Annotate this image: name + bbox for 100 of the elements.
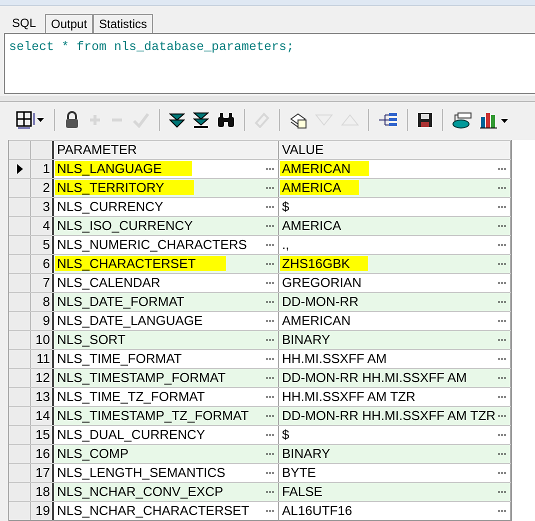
table-cell[interactable]: DD-MON-RR HH.MI.SSXFF AM: [279, 368, 511, 387]
table-cell[interactable]: NLS_TIMESTAMP_TZ_FORMAT: [54, 406, 279, 425]
row-number: 14: [31, 406, 54, 425]
table-cell[interactable]: NLS_TIME_FORMAT: [54, 350, 279, 368]
ellipsis-icon[interactable]: [265, 470, 275, 475]
table-cell[interactable]: NLS_NCHAR_CONV_EXCP: [54, 482, 279, 501]
row-selector[interactable]: [9, 160, 31, 178]
row-number: 15: [31, 426, 54, 444]
plus-icon: [88, 112, 102, 127]
row-number: 6: [31, 254, 54, 273]
table-cell[interactable]: AL16UTF16: [279, 502, 511, 520]
table-cell[interactable]: NLS_CHARACTERSET: [54, 254, 279, 273]
export-icon: [452, 110, 472, 129]
ellipsis-icon[interactable]: [265, 166, 275, 171]
table-cell[interactable]: BINARY: [279, 444, 511, 463]
ellipsis-icon[interactable]: [265, 204, 275, 209]
ellipsis-icon[interactable]: [265, 242, 275, 247]
ellipsis-icon[interactable]: [265, 452, 275, 456]
table-cell[interactable]: NLS_CALENDAR: [54, 274, 279, 292]
table-cell[interactable]: BYTE: [279, 464, 511, 482]
table-cell[interactable]: NLS_TIME_TZ_FORMAT: [54, 388, 279, 406]
ellipsis-icon[interactable]: [265, 262, 275, 266]
row-number: 11: [31, 350, 54, 368]
row-number: 1: [31, 160, 54, 178]
ellipsis-icon[interactable]: [497, 186, 507, 190]
ellipsis-icon[interactable]: [497, 414, 507, 418]
triangle-up-icon: [341, 114, 359, 126]
column-header[interactable]: VALUE: [279, 140, 511, 159]
ellipsis-icon[interactable]: [497, 356, 507, 361]
header-corner: [9, 140, 31, 159]
ellipsis-icon[interactable]: [265, 300, 275, 304]
table-cell[interactable]: NLS_LENGTH_SEMANTICS: [54, 464, 279, 482]
table-cell[interactable]: NLS_DATE_LANGUAGE: [54, 312, 279, 330]
ellipsis-icon[interactable]: [497, 376, 507, 380]
row-number: 8: [31, 292, 54, 311]
grid-icon: [15, 110, 45, 130]
table-cell[interactable]: GREGORIAN: [279, 274, 511, 292]
table-cell[interactable]: NLS_TIMESTAMP_FORMAT: [54, 368, 279, 387]
ellipsis-icon[interactable]: [497, 432, 507, 437]
tab[interactable]: Output: [45, 14, 94, 34]
table-cell[interactable]: NLS_DATE_FORMAT: [54, 292, 279, 311]
ellipsis-icon[interactable]: [265, 280, 275, 285]
ellipsis-icon[interactable]: [265, 338, 275, 342]
table-cell[interactable]: AMERICA: [279, 216, 511, 235]
table-cell[interactable]: AMERICA: [279, 178, 511, 197]
row-number: 10: [31, 330, 54, 349]
tab[interactable]: Statistics: [93, 14, 154, 34]
ellipsis-icon[interactable]: [265, 414, 275, 418]
table-cell[interactable]: HH.MI.SSXFF AM: [279, 350, 511, 368]
ellipsis-icon[interactable]: [265, 508, 275, 513]
ellipsis-icon[interactable]: [497, 394, 507, 399]
table-cell[interactable]: NLS_NUMERIC_CHARACTERS: [54, 236, 279, 254]
table-cell[interactable]: AMERICAN: [279, 312, 511, 330]
ellipsis-icon[interactable]: [497, 262, 507, 266]
ellipsis-icon[interactable]: [265, 376, 275, 380]
table-cell[interactable]: FALSE: [279, 482, 511, 501]
ellipsis-icon[interactable]: [497, 470, 507, 475]
table-cell[interactable]: AMERICAN: [279, 160, 511, 178]
eraser-icon: [254, 112, 270, 128]
ellipsis-icon[interactable]: [497, 452, 507, 456]
check-icon: [132, 112, 150, 128]
sql-editor[interactable]: select * from nls_database_parameters;: [4, 33, 535, 94]
row-number: 5: [31, 236, 54, 254]
ellipsis-icon[interactable]: [265, 394, 275, 399]
documents-icon: [289, 110, 307, 129]
ellipsis-icon[interactable]: [265, 356, 275, 361]
table-cell[interactable]: HH.MI.SSXFF AM TZR: [279, 388, 511, 406]
table-cell[interactable]: $: [279, 198, 511, 216]
ellipsis-icon[interactable]: [497, 242, 507, 247]
ellipsis-icon[interactable]: [497, 318, 507, 323]
table-cell[interactable]: NLS_COMP: [54, 444, 279, 463]
table-cell[interactable]: NLS_SORT: [54, 330, 279, 349]
table-cell[interactable]: NLS_CURRENCY: [54, 198, 279, 216]
table-cell[interactable]: DD-MON-RR: [279, 292, 511, 311]
table-cell[interactable]: BINARY: [279, 330, 511, 349]
ellipsis-icon[interactable]: [265, 432, 275, 437]
ellipsis-icon[interactable]: [497, 300, 507, 304]
ellipsis-icon[interactable]: [497, 508, 507, 513]
ellipsis-icon[interactable]: [497, 204, 507, 209]
ellipsis-icon[interactable]: [265, 490, 275, 494]
column-header[interactable]: PARAMETER: [54, 140, 279, 159]
table-cell[interactable]: NLS_DUAL_CURRENCY: [54, 426, 279, 444]
ellipsis-icon[interactable]: [265, 186, 275, 190]
table-cell[interactable]: ZHS16GBK: [279, 254, 511, 273]
ellipsis-icon[interactable]: [497, 490, 507, 494]
ellipsis-icon[interactable]: [265, 318, 275, 323]
table-cell[interactable]: .,: [279, 236, 511, 254]
table-cell[interactable]: DD-MON-RR HH.MI.SSXFF AM TZR: [279, 406, 511, 425]
ellipsis-icon[interactable]: [497, 280, 507, 285]
ellipsis-icon[interactable]: [497, 166, 507, 171]
table-cell[interactable]: NLS_ISO_CURRENCY: [54, 216, 279, 235]
table-cell[interactable]: NLS_NCHAR_CHARACTERSET: [54, 502, 279, 520]
row-number: 9: [31, 312, 54, 330]
table-cell[interactable]: NLS_TERRITORY: [54, 178, 279, 197]
sql-code: select * from nls_database_parameters;: [9, 40, 294, 54]
ellipsis-icon[interactable]: [497, 224, 507, 228]
ellipsis-icon[interactable]: [265, 224, 275, 228]
ellipsis-icon[interactable]: [497, 338, 507, 342]
fetch-last-button[interactable]: [190, 110, 212, 130]
table-cell[interactable]: $: [279, 426, 511, 444]
